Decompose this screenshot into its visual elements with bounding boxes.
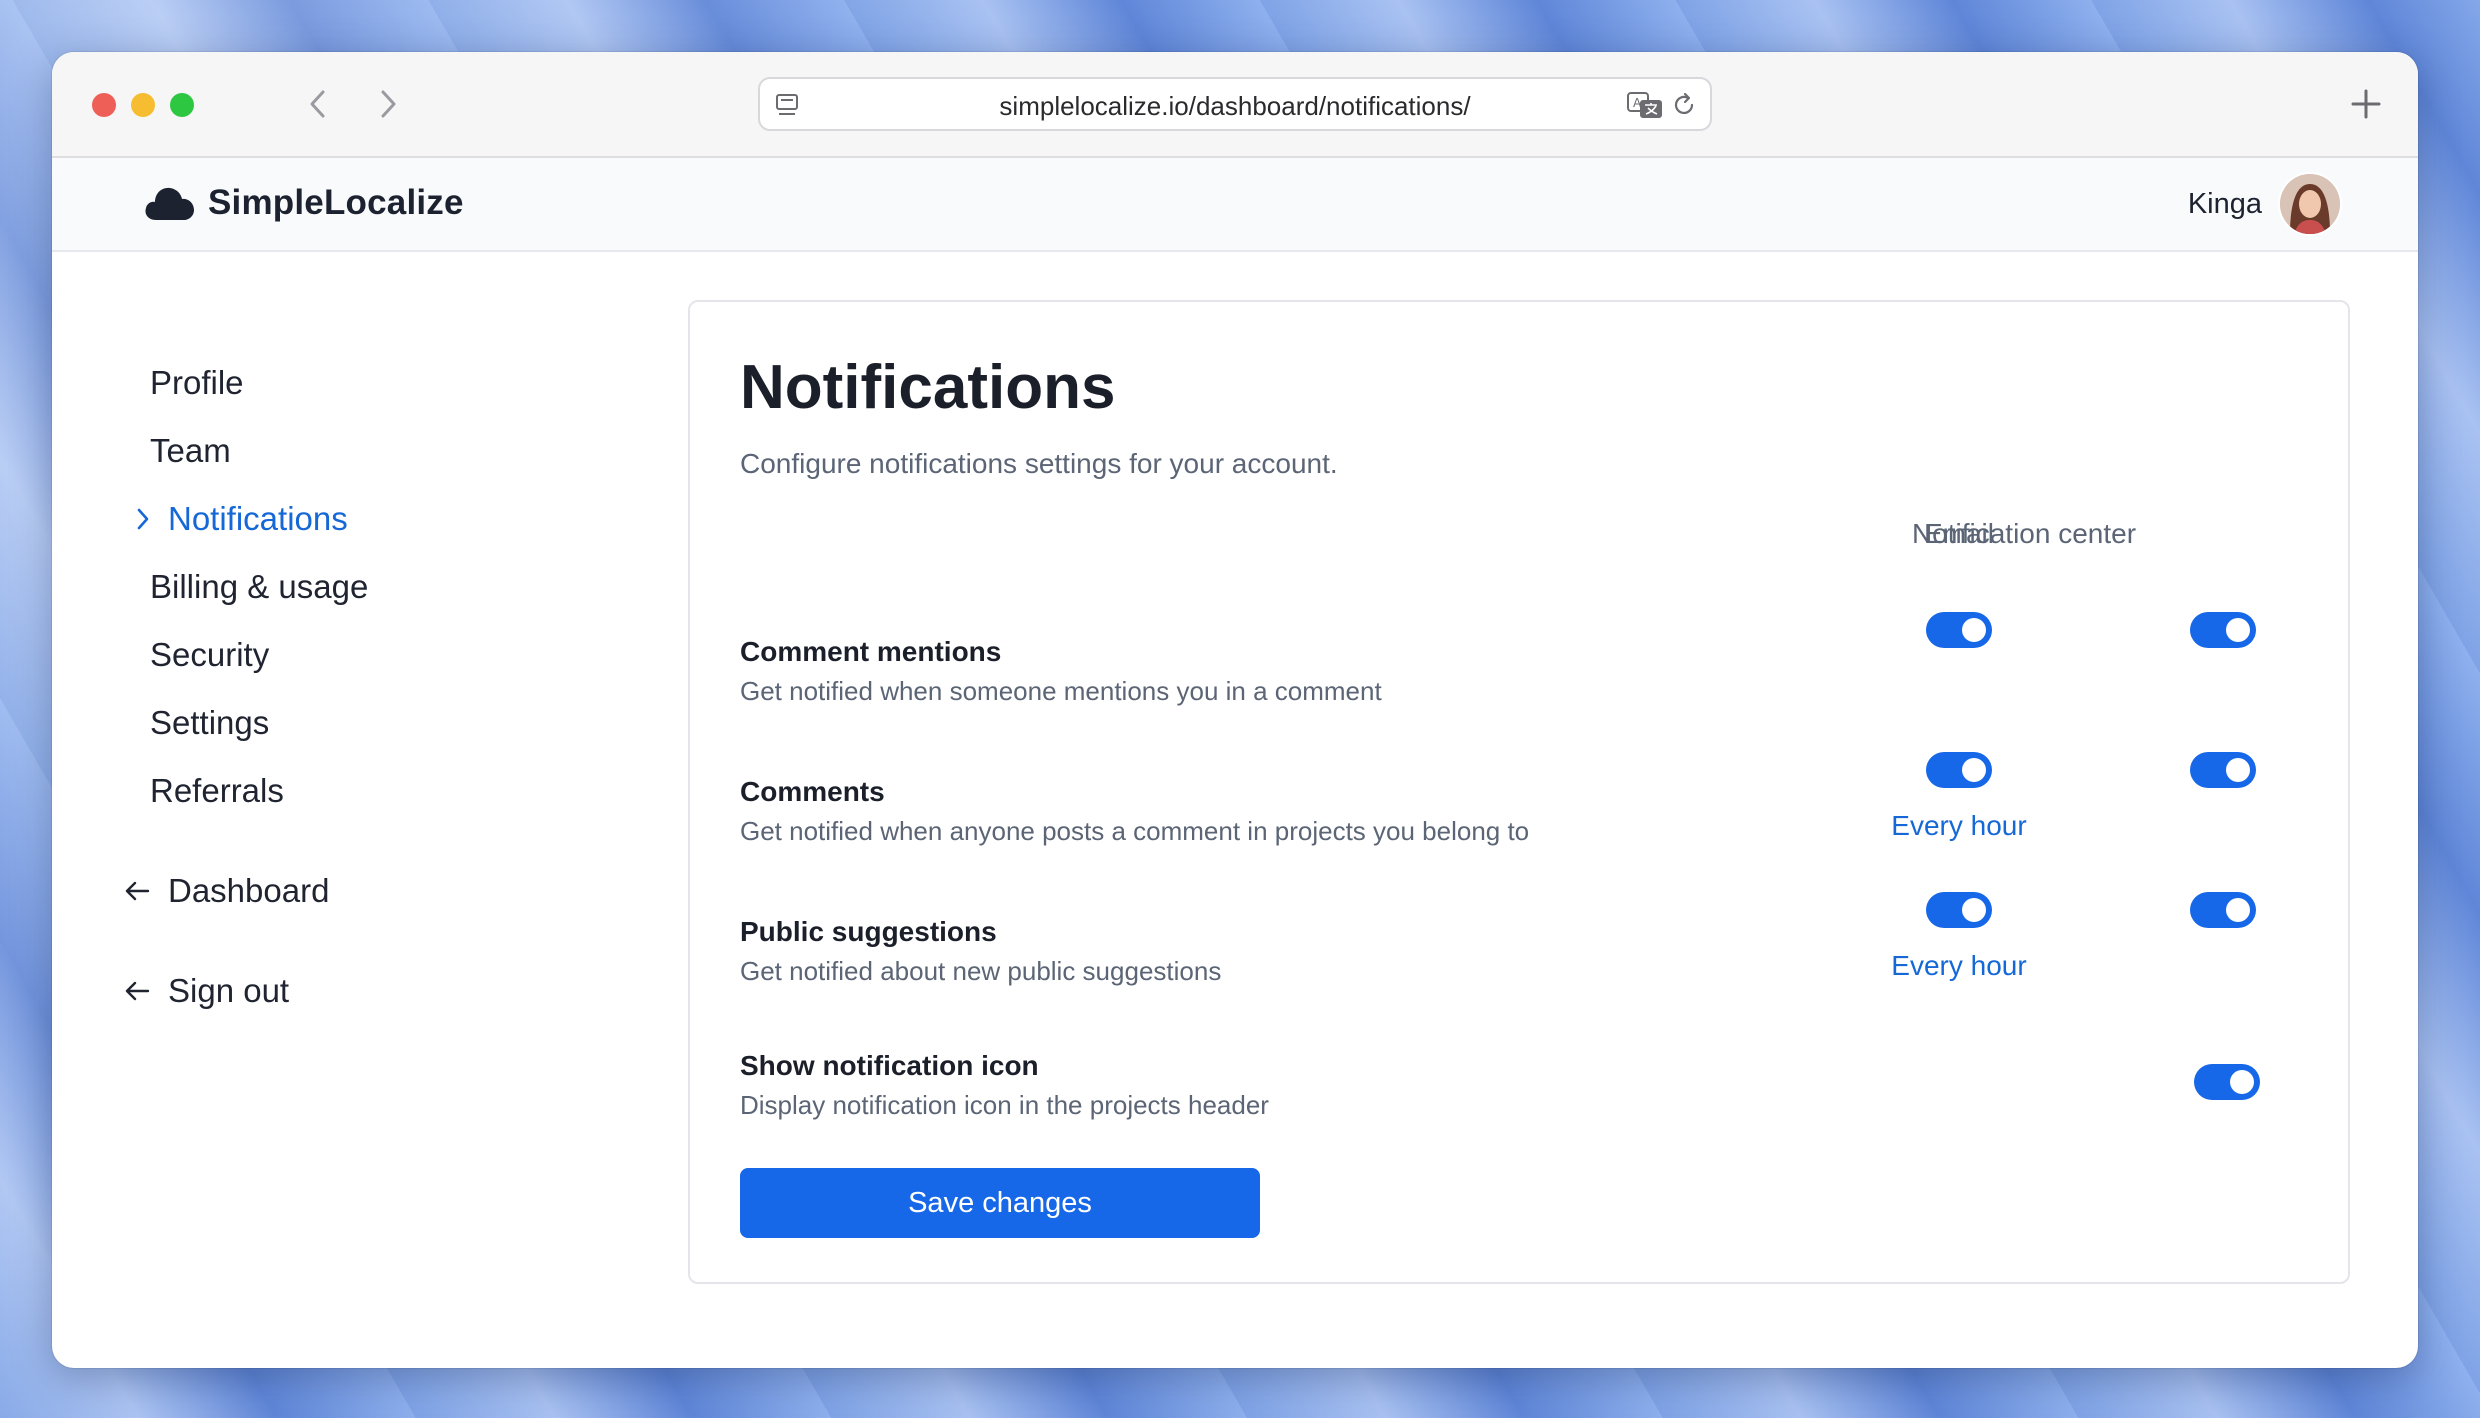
public-suggestions-email-frequency-link[interactable]: Every hour — [1859, 950, 2059, 982]
settings-sidebar: Profile Team Notifications Billing & usa… — [52, 252, 652, 1352]
url-text: simplelocalize.io/dashboard/notification… — [999, 91, 1471, 121]
comment-mentions-email-toggle[interactable] — [1926, 612, 1992, 648]
browser-toolbar: simplelocalize.io/dashboard/notification… — [52, 52, 2418, 158]
sidebar-item-label: Billing & usage — [150, 568, 369, 605]
sidebar-item-sign-out[interactable]: Sign out — [124, 972, 289, 1010]
sidebar-item-team[interactable]: Team — [150, 432, 231, 470]
zoom-window-button[interactable] — [170, 93, 194, 117]
save-changes-button[interactable]: Save changes — [740, 1168, 1260, 1238]
comments-center-toggle[interactable] — [2190, 752, 2256, 788]
arrow-left-icon — [125, 981, 150, 1001]
show-notification-icon-toggle[interactable] — [2194, 1064, 2260, 1100]
sidebar-item-label: Settings — [150, 704, 270, 741]
browser-window: simplelocalize.io/dashboard/notification… — [52, 52, 2418, 1368]
translate-icon[interactable]: A — [1626, 90, 1664, 120]
chevron-right-icon — [381, 90, 396, 118]
sidebar-item-billing[interactable]: Billing & usage — [150, 568, 368, 606]
reload-icon[interactable] — [1670, 91, 1698, 119]
comment-mentions-center-toggle[interactable] — [2190, 612, 2256, 648]
avatar[interactable] — [2280, 174, 2340, 234]
public-suggestions-email-toggle[interactable] — [1926, 892, 1992, 928]
sidebar-item-label: Security — [150, 636, 270, 673]
row-title-comment-mentions: Comment mentions — [740, 636, 1002, 667]
minimize-window-button[interactable] — [131, 93, 155, 117]
row-title-comments: Comments — [740, 776, 885, 807]
sidebar-item-label: Referrals — [150, 772, 284, 809]
row-title-public-suggestions: Public suggestions — [740, 916, 997, 947]
row-description: Get notified about new public suggestion… — [740, 956, 1222, 986]
app-header: SimpleLocalize Kinga — [52, 158, 2418, 252]
public-suggestions-center-toggle[interactable] — [2190, 892, 2256, 928]
comments-email-frequency-link[interactable]: Every hour — [1859, 810, 2059, 842]
sidebar-item-referrals[interactable]: Referrals — [150, 772, 284, 810]
close-window-button[interactable] — [92, 93, 116, 117]
sidebar-item-label: Sign out — [168, 972, 290, 1009]
sidebar-item-label: Dashboard — [168, 872, 330, 909]
sidebar-item-notifications[interactable]: Notifications — [134, 500, 348, 538]
row-description: Get notified when someone mentions you i… — [740, 676, 1382, 706]
column-header-notification-center: Notification center — [1911, 518, 2137, 549]
arrow-left-icon — [125, 881, 150, 901]
chevron-left-icon — [310, 90, 325, 118]
comments-email-toggle[interactable] — [1926, 752, 1992, 788]
page-subtitle: Configure notifications settings for you… — [740, 448, 1338, 479]
sidebar-item-label: Notifications — [168, 500, 348, 537]
user-avatar-icon — [2280, 174, 2340, 234]
cloud-logo-icon[interactable] — [144, 182, 196, 222]
address-bar[interactable]: simplelocalize.io/dashboard/notification… — [758, 77, 1712, 131]
row-title-show-notification-icon: Show notification icon — [740, 1050, 1039, 1081]
sidebar-item-dashboard[interactable]: Dashboard — [124, 872, 329, 910]
sidebar-item-label: Team — [150, 432, 231, 469]
sidebar-item-profile[interactable]: Profile — [150, 364, 244, 402]
plus-icon[interactable] — [2344, 82, 2388, 126]
user-name[interactable]: Kinga — [2188, 188, 2262, 221]
back-button[interactable] — [296, 82, 340, 126]
sidebar-item-label: Profile — [150, 364, 244, 401]
chevron-right-icon — [137, 508, 149, 530]
page-title: Notifications — [740, 353, 1116, 422]
brand-name[interactable]: SimpleLocalize — [208, 183, 464, 223]
sidebar-item-settings[interactable]: Settings — [150, 704, 269, 742]
row-description: Display notification icon in the project… — [740, 1090, 1269, 1120]
forward-button[interactable] — [366, 82, 410, 126]
sidebar-item-security[interactable]: Security — [150, 636, 269, 674]
notifications-card: Notifications Configure notifications se… — [688, 300, 2350, 1284]
row-description: Get notified when anyone posts a comment… — [740, 816, 1530, 846]
